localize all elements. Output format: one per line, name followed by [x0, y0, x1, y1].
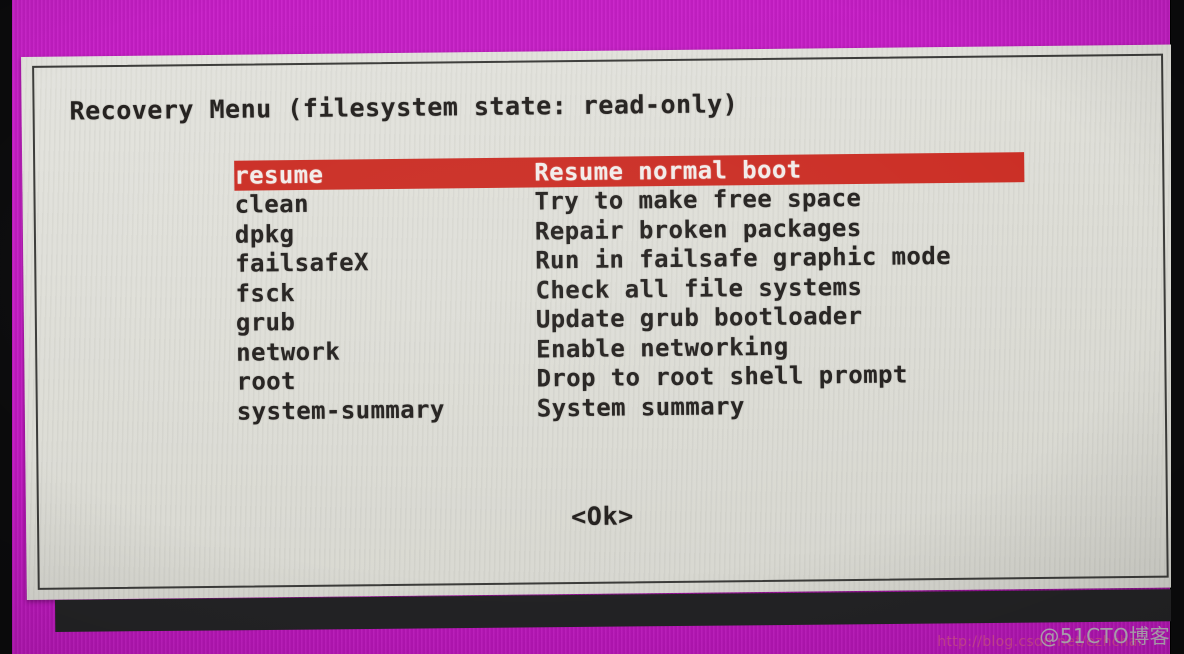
menu-item-description: System summary: [536, 391, 745, 423]
menu-item-description: Resume normal boot: [534, 155, 802, 187]
menu-item-key: fsck: [235, 278, 296, 308]
monitor-bezel-left: [0, 0, 12, 654]
ok-button[interactable]: <Ok>: [39, 496, 1166, 537]
menu-item-description: Enable networking: [536, 332, 789, 364]
menu-item-key: system-summary: [236, 395, 445, 426]
menu-item-description: Drop to root shell prompt: [536, 360, 908, 393]
menu-item-description: Check all file systems: [535, 272, 863, 305]
page-title: Recovery Menu (filesystem state: read-on…: [69, 89, 739, 126]
menu-item-key: failsafeX: [235, 248, 370, 278]
photographed-screen: Recovery Menu (filesystem state: read-on…: [0, 0, 1184, 654]
menu-item-description: Update grub bootloader: [535, 302, 863, 334]
menu-item-key: dpkg: [234, 219, 295, 249]
menu-item-key: clean: [234, 190, 310, 219]
menu-item-key: network: [236, 337, 341, 367]
menu-item-description: Try to make free space: [534, 184, 862, 216]
monitor-bezel-right: [1171, 0, 1184, 654]
dialog-border: Recovery Menu (filesystem state: read-on…: [32, 53, 1169, 590]
menu-item-description: Run in failsafe graphic mode: [535, 242, 952, 275]
recovery-menu-dialog: Recovery Menu (filesystem state: read-on…: [21, 44, 1178, 600]
recovery-menu-list[interactable]: resume Resume normal boot clean Try to m…: [234, 152, 1027, 426]
menu-item-key: resume: [234, 160, 324, 190]
menu-item-key: root: [236, 367, 297, 396]
menu-item-description: Repair broken packages: [534, 213, 862, 246]
watermark-brand: @51CTO博客: [1039, 624, 1170, 648]
menu-item-key: grub: [235, 308, 296, 337]
